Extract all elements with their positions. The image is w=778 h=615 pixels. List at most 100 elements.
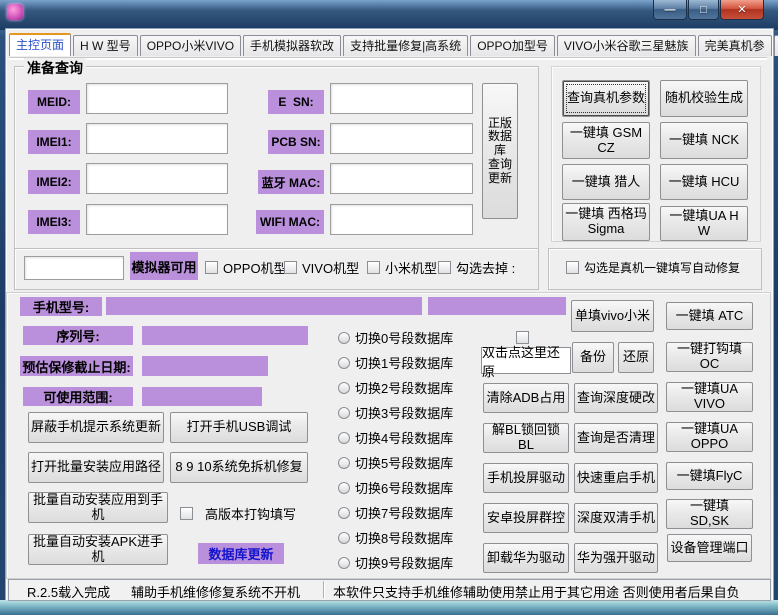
radio-db-segment-6[interactable]: 切换6号段数据库 — [338, 478, 453, 497]
radio-db-segment-4-label: 切换4号段数据库 — [355, 428, 453, 447]
wifi-mac-input[interactable] — [330, 204, 473, 235]
meid-label: MEID: — [28, 90, 80, 114]
bluetooth-mac-input[interactable] — [330, 163, 473, 194]
tab-page-divider — [9, 57, 767, 60]
fill-sd-sk-button[interactable]: 一键填 SD,SK — [666, 499, 753, 529]
high-version-checkbox-label: 高版本打钩填写 — [205, 504, 296, 523]
phone-model-value-bar-2 — [428, 297, 566, 315]
open-usb-debug-button[interactable]: 打开手机USB调试 — [170, 412, 308, 443]
query-deep-hardmod-button[interactable]: 查询深度硬改 — [574, 383, 658, 413]
query-real-params-button[interactable]: 查询真机参数 — [562, 80, 650, 117]
fill-nck-button[interactable]: 一键填 NCK — [660, 122, 748, 159]
fill-ua-oppo-button[interactable]: 一键填UA OPPO — [666, 422, 753, 452]
imei3-input[interactable] — [86, 204, 228, 235]
radio-db-segment-4[interactable]: 切换4号段数据库 — [338, 428, 453, 447]
close-button[interactable]: ✕ — [720, 0, 764, 20]
imei1-input[interactable] — [86, 123, 228, 154]
radio-icon — [338, 457, 350, 469]
radio-db-segment-5[interactable]: 切换5号段数据库 — [338, 453, 453, 472]
close-icon: ✕ — [737, 3, 746, 16]
radio-db-segment-8[interactable]: 切换8号段数据库 — [338, 528, 453, 547]
uncheck-remove-checkbox[interactable]: 勾选去掉 : — [438, 258, 515, 277]
tab-main-page[interactable]: 主控页面 — [9, 33, 71, 56]
fill-check-oc-button[interactable]: 一键打钩填 OC — [666, 342, 753, 372]
radio-icon — [338, 332, 350, 344]
open-batch-install-path-button[interactable]: 打开批量安装应用路径 — [28, 452, 164, 483]
radio-icon — [338, 557, 350, 569]
uninstall-huawei-driver-button[interactable]: 卸载华为驱动 — [483, 543, 569, 573]
huawei-force-driver-button[interactable]: 华为强开驱动 — [574, 543, 658, 573]
query-cleanup-button[interactable]: 查询是否清理 — [574, 423, 658, 453]
radio-db-segment-2[interactable]: 切换2号段数据库 — [338, 378, 453, 397]
tab-oppo-xiaomi-vivo[interactable]: OPPO小米VIVO — [140, 35, 241, 56]
fill-hunter-button[interactable]: 一键填 猎人 — [562, 164, 650, 200]
unlock-relock-bl-button[interactable]: 解BL锁回锁BL — [483, 423, 569, 453]
titlebar: — □ ✕ — [0, 0, 778, 30]
genuine-db-query-update-button[interactable]: 正版 数据 库 查询 更新 — [482, 83, 518, 219]
fill-atc-button[interactable]: 一键填 ATC — [666, 302, 753, 330]
fill-ua-hw-button[interactable]: 一键填UA H W — [660, 206, 748, 241]
clear-adb-button[interactable]: 清除ADB占用 — [483, 383, 569, 413]
screen-mirror-driver-button[interactable]: 手机投屏驱动 — [483, 463, 569, 493]
tab-oppo-add-model[interactable]: OPPO加型号 — [470, 35, 555, 56]
radio-db-segment-9[interactable]: 切换9号段数据库 — [338, 553, 453, 572]
tab-batch-repair-high-system[interactable]: 支持批量修复|高系统 — [343, 35, 468, 56]
tab-vivo-mi-google-samsung-meizu[interactable]: VIVO小米谷歌三星魅族 — [557, 35, 696, 56]
status-disclaimer-text: 本软件只支持手机维修辅助使用禁止用于其它用途 否则使用者后果自负 — [333, 582, 740, 601]
radio-db-segment-0[interactable]: 切换0号段数据库 — [338, 328, 453, 347]
radio-db-segment-3[interactable]: 切换3号段数据库 — [338, 403, 453, 422]
checkbox-icon — [438, 261, 451, 274]
usable-range-value-bar — [142, 387, 262, 406]
fill-hcu-button[interactable]: 一键填 HCU — [660, 164, 748, 200]
radio-icon — [338, 507, 350, 519]
wifi-mac-label: WIFI MAC: — [256, 210, 324, 234]
radio-db-segment-9-label: 切换9号段数据库 — [355, 553, 453, 572]
tab-perfect-real-params[interactable]: 完美真机参 — [698, 35, 772, 56]
batch-install-apk-button[interactable]: 批量自动安装APK进手机 — [28, 534, 168, 565]
radio-db-segment-6-label: 切换6号段数据库 — [355, 478, 453, 497]
oppo-model-checkbox[interactable]: OPPO机型 — [205, 258, 287, 277]
tab-hw-model[interactable]: H W 型号 — [73, 35, 138, 56]
vivo-model-checkbox[interactable]: VIVO机型 — [284, 258, 359, 277]
backup-button[interactable]: 备份 — [572, 342, 614, 373]
maximize-button[interactable]: □ — [688, 0, 719, 20]
device-manager-port-button[interactable]: 设备管理端口 — [667, 534, 752, 562]
radio-db-segment-1[interactable]: 切换1号段数据库 — [338, 353, 453, 372]
fill-flyc-button[interactable]: 一键填FlyC — [666, 462, 753, 490]
block-system-update-button[interactable]: 屏蔽手机提示系统更新 — [28, 412, 164, 443]
meid-input[interactable] — [86, 83, 228, 114]
imei3-label: IMEI3: — [28, 210, 80, 234]
restore-button[interactable]: 还原 — [618, 342, 654, 373]
batch-install-apps-button[interactable]: 批量自动安装应用到手机 — [28, 492, 168, 523]
radio-db-segment-1-label: 切换1号段数据库 — [355, 353, 453, 372]
high-version-checkbox[interactable]: 高版本打钩填写 — [180, 504, 296, 523]
oppo-model-checkbox-label: OPPO机型 — [223, 258, 287, 277]
fill-gsm-cz-button[interactable]: 一键填 GSM CZ — [562, 122, 650, 159]
deep-wipe-button[interactable]: 深度双清手机 — [574, 503, 658, 533]
minimize-button[interactable]: — — [653, 0, 687, 20]
tab-bar: 主控页面H W 型号OPPO小米VIVO手机模拟器软改支持批量修复|高系统OPP… — [9, 33, 769, 58]
android-mirror-control-button[interactable]: 安卓投屏群控 — [483, 503, 569, 533]
radio-icon — [338, 532, 350, 544]
warranty-end-date-label: 预估保修截止日期: — [20, 356, 133, 376]
status-version-text: R.2.5载入完成 — [27, 582, 110, 601]
fill-ua-vivo-button[interactable]: 一键填UA VIVO — [666, 382, 753, 412]
checkbox-icon — [205, 261, 218, 274]
system-8910-repair-button[interactable]: 8 9 10系统免拆机修复 — [170, 452, 308, 483]
single-fill-vivo-mi-button[interactable]: 单填vivo小米 — [571, 300, 654, 332]
real-device-autofill-checkbox[interactable]: 勾选是真机一键填写自动修复 — [566, 259, 740, 276]
quick-reboot-button[interactable]: 快速重启手机 — [574, 463, 658, 493]
random-checksum-button[interactable]: 随机校验生成 — [660, 80, 748, 117]
tab-apple-ipad[interactable]: 苹果ipad — [774, 35, 778, 56]
fill-sigma-button[interactable]: 一键填 西格玛 Sigma — [562, 203, 650, 241]
db-update-link[interactable]: 数据库更新 — [198, 543, 284, 564]
imei2-input[interactable] — [86, 163, 228, 194]
real-device-autofill-label: 勾选是真机一键填写自动修复 — [584, 259, 740, 276]
esn-input[interactable] — [330, 83, 473, 114]
pcb-sn-input[interactable] — [330, 123, 473, 154]
xiaomi-model-checkbox[interactable]: 小米机型 — [367, 258, 437, 277]
model-input[interactable] — [24, 256, 124, 280]
double-click-restore-box[interactable]: 双击点这里还原 — [481, 347, 571, 374]
radio-db-segment-7[interactable]: 切换7号段数据库 — [338, 503, 453, 522]
tab-emulator-softmod[interactable]: 手机模拟器软改 — [243, 35, 341, 56]
